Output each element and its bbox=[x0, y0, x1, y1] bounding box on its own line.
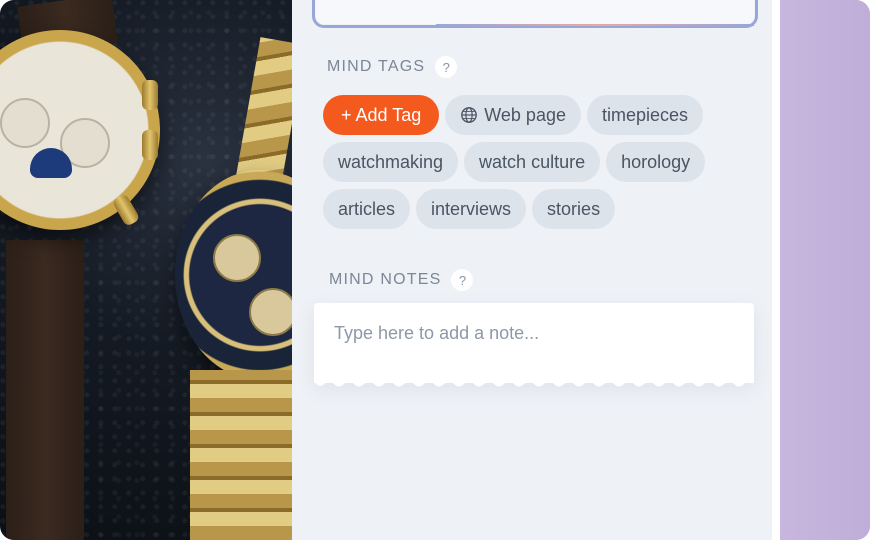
subdial-left bbox=[0, 98, 50, 148]
watch-photo bbox=[0, 0, 292, 540]
globe-icon bbox=[461, 107, 478, 123]
top-text-field[interactable] bbox=[314, 0, 756, 26]
mind-tags-label: MIND TAGS bbox=[327, 58, 426, 75]
tag-label: Web page bbox=[484, 104, 566, 125]
mind-notes-label: MIND NOTES bbox=[329, 271, 442, 288]
mind-notes-header: MIND NOTES ? bbox=[329, 269, 474, 291]
tag-horology[interactable]: horology bbox=[606, 142, 706, 182]
note-wavy-edge bbox=[314, 381, 754, 387]
mind-tags-help-icon[interactable]: ? bbox=[435, 56, 458, 78]
tag-interviews[interactable]: interviews bbox=[416, 189, 527, 229]
mind-tags-header: MIND TAGS ? bbox=[327, 56, 458, 78]
pusher-lug bbox=[142, 130, 158, 160]
tag-web-page[interactable]: Web page bbox=[445, 95, 581, 135]
tag-timepieces[interactable]: timepieces bbox=[586, 95, 704, 135]
subdial-bottom bbox=[249, 288, 292, 336]
app-frame: MIND TAGS ? + Add Tag Web page timepiece… bbox=[0, 0, 870, 540]
bracelet-bottom bbox=[190, 370, 292, 540]
add-tag-button[interactable]: + Add Tag bbox=[323, 95, 440, 135]
panel-divider bbox=[772, 0, 780, 540]
tag-stories[interactable]: stories bbox=[532, 189, 616, 229]
details-panel: MIND TAGS ? + Add Tag Web page timepiece… bbox=[292, 0, 772, 540]
crown-lug bbox=[142, 80, 158, 110]
background-edge bbox=[780, 0, 870, 540]
tag-watch-culture[interactable]: watch culture bbox=[464, 142, 601, 182]
mind-notes-help-icon[interactable]: ? bbox=[451, 269, 474, 291]
tag-watchmaking[interactable]: watchmaking bbox=[323, 142, 459, 182]
subdial-top bbox=[213, 234, 261, 282]
tag-list: + Add Tag Web page timepieces watchmakin… bbox=[323, 95, 743, 229]
note-input[interactable]: Type here to add a note... bbox=[314, 303, 754, 387]
tag-articles[interactable]: articles bbox=[323, 189, 411, 229]
note-placeholder: Type here to add a note... bbox=[334, 323, 540, 343]
watch-strap-bottom bbox=[6, 240, 84, 540]
